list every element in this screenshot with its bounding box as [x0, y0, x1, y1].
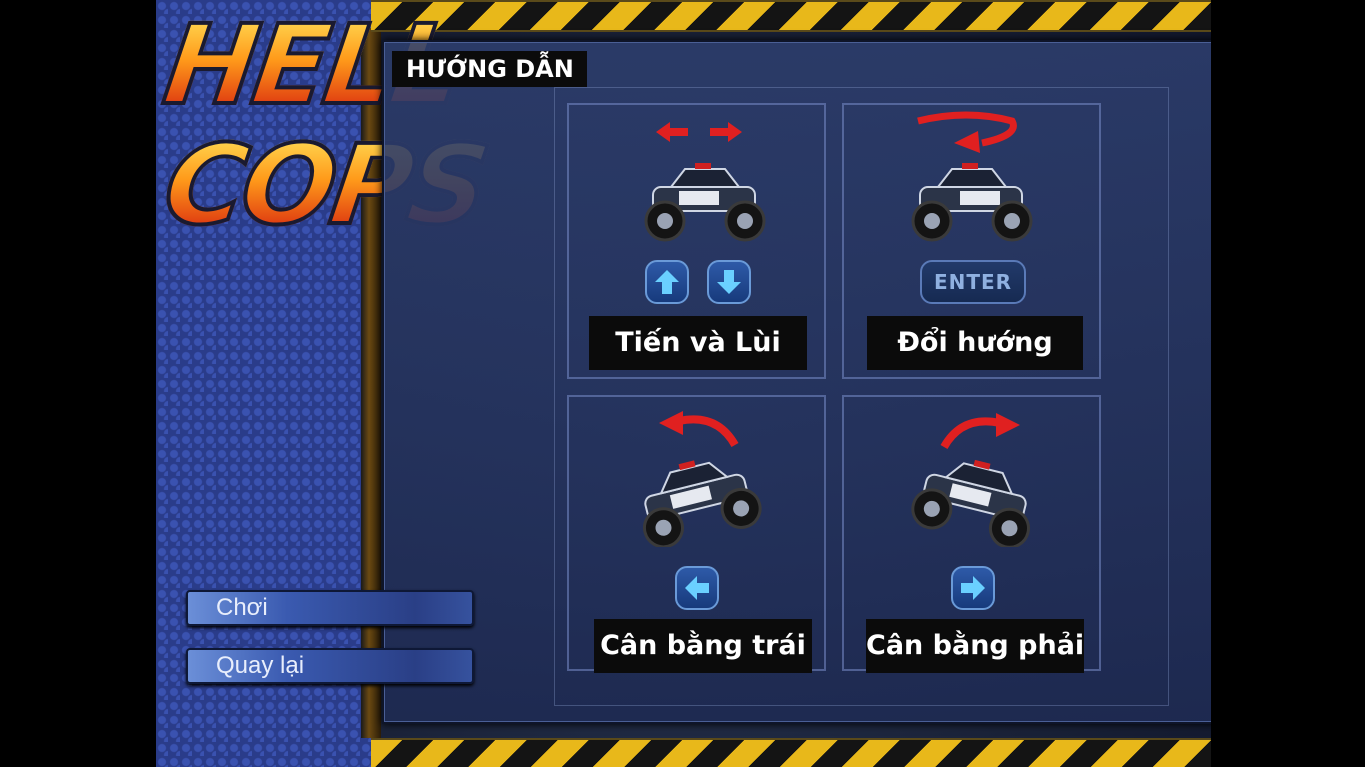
- back-button[interactable]: Quay lại: [186, 648, 474, 684]
- hazard-stripe-bottom: [371, 738, 1211, 767]
- arrow-down-icon: [717, 270, 741, 294]
- arrow-right-icon: [961, 576, 985, 600]
- label-forward-back: Tiến và Lùi: [589, 316, 807, 370]
- police-car-icon: [644, 163, 766, 242]
- police-car-icon: [642, 460, 762, 547]
- rotate-indicator-icon: [917, 111, 1017, 153]
- police-car-icon: [911, 163, 1033, 242]
- cell-forward-back: Tiến và Lùi: [567, 103, 826, 379]
- game-screen: HELL COPS HƯỚNG DẪN Tiến và Lùi ENTER Đổ…: [156, 0, 1211, 767]
- label-turn: Đổi hướng: [867, 316, 1083, 370]
- right-key: [951, 566, 995, 610]
- left-key: [675, 566, 719, 610]
- arrow-up-icon: [655, 270, 679, 294]
- left-right-indicator-icon: [656, 122, 742, 142]
- instructions-panel: HƯỚNG DẪN Tiến và Lùi ENTER Đổi hướng Câ…: [382, 40, 1211, 724]
- arrow-left-icon: [685, 576, 709, 600]
- cell-balance-right: Cân bằng phải: [842, 395, 1101, 673]
- label-balance-left: Cân bằng trái: [594, 619, 812, 673]
- tilt-left-indicator-icon: [659, 411, 739, 448]
- cell-turn: ENTER Đổi hướng: [842, 103, 1101, 379]
- cell-balance-left: Cân bằng trái: [567, 395, 826, 673]
- up-key: [645, 260, 689, 304]
- play-button[interactable]: Chơi: [186, 590, 474, 626]
- panel-title: HƯỚNG DẪN: [392, 51, 587, 87]
- tilt-right-indicator-icon: [940, 413, 1020, 450]
- police-car-icon: [911, 459, 1030, 547]
- enter-key: ENTER: [920, 260, 1026, 304]
- label-balance-right: Cân bằng phải: [866, 619, 1084, 673]
- down-key: [707, 260, 751, 304]
